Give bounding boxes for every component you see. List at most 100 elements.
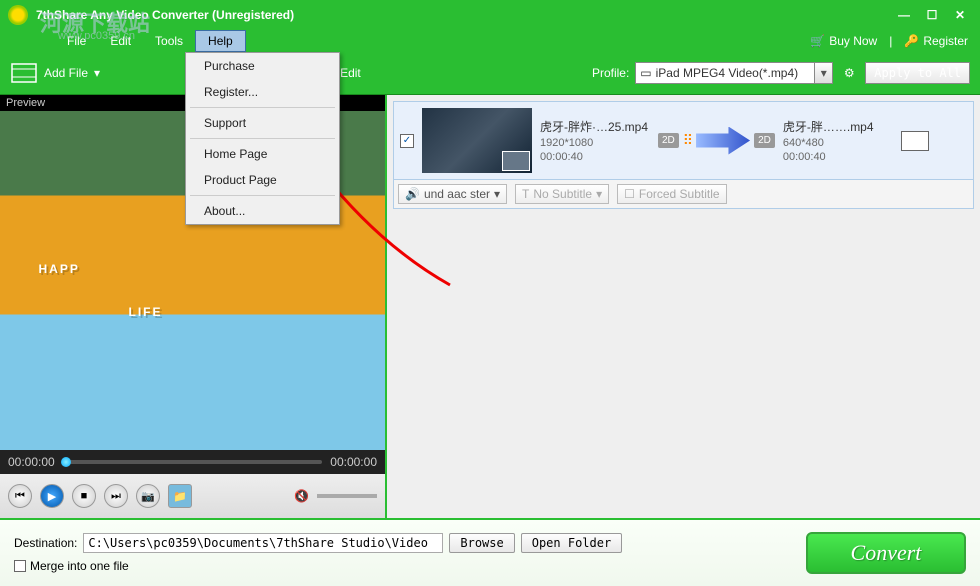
profile-value: iPad MPEG4 Video(*.mp4): [656, 66, 799, 80]
merge-label: Merge into one file: [30, 559, 129, 573]
folder-button[interactable]: 📁: [168, 484, 192, 508]
snapshot-button[interactable]: 📷: [136, 484, 160, 508]
help-register[interactable]: Register...: [186, 79, 339, 105]
audio-track-label: und aac ster: [424, 187, 490, 201]
profile-dropdown-button[interactable]: ▾: [815, 62, 833, 84]
apply-all-button[interactable]: Apply to All: [865, 62, 970, 84]
subtitle-button[interactable]: T No Subtitle ▾: [515, 184, 609, 204]
profile-label: Profile:: [592, 66, 629, 80]
file-item-options: 🔊 und aac ster ▾ T No Subtitle ▾ ☐ Force…: [393, 180, 974, 209]
profile-select[interactable]: ▭ iPad MPEG4 Video(*.mp4): [635, 62, 815, 84]
volume-slider[interactable]: [317, 494, 377, 498]
source-duration: 00:00:40: [540, 151, 650, 163]
destination-input[interactable]: [83, 533, 443, 553]
destination-label: Destination:: [14, 536, 77, 550]
app-icon: [8, 5, 28, 25]
dest-resolution: 640*480: [783, 137, 893, 149]
device-icon: ▭: [640, 66, 651, 80]
chevron-down-icon: ▾: [94, 66, 100, 80]
timeline-track[interactable]: [63, 460, 323, 464]
menu-tools[interactable]: Tools: [143, 30, 195, 52]
convert-button[interactable]: Convert: [806, 532, 966, 574]
cart-icon: 🛒: [810, 34, 825, 48]
forced-subtitle-toggle[interactable]: ☐ Forced Subtitle: [617, 184, 726, 204]
subtitle-label: No Subtitle: [533, 187, 592, 201]
timeline[interactable]: 00:00:00 00:00:00: [0, 450, 385, 474]
player-controls: ⏮ ▶ ■ ⏭ 📷 📁 🔇: [0, 474, 385, 518]
toolbar: Add File ▾ Edit Profile: ▭ iPad MPEG4 Vi…: [0, 52, 980, 94]
help-support[interactable]: Support: [186, 110, 339, 136]
menubar: File Edit Tools Help 🛒 Buy Now | 🔑 Regis…: [0, 30, 980, 52]
stop-button[interactable]: ■: [72, 484, 96, 508]
help-dropdown: Purchase Register... Support Home Page P…: [185, 52, 340, 225]
timeline-handle[interactable]: [61, 457, 71, 467]
key-icon: 🔑: [904, 34, 919, 48]
open-folder-button[interactable]: Open Folder: [521, 533, 622, 553]
item-thumbnail: [422, 108, 532, 173]
time-end: 00:00:00: [330, 455, 377, 469]
bottom-bar: Destination: Browse Open Folder Merge in…: [0, 518, 980, 586]
prev-button[interactable]: ⏮: [8, 484, 32, 508]
toolbar-right: Profile: ▭ iPad MPEG4 Video(*.mp4) ▾ ⚙ A…: [592, 62, 970, 84]
time-start: 00:00:00: [8, 455, 55, 469]
conversion-arrow: 2D ⠿ 2D: [658, 127, 775, 155]
file-item[interactable]: ✓ 虎牙-胖炸·…25.mp4 1920*1080 00:00:40 2D ⠿ …: [393, 101, 974, 180]
file-list-pane: ✓ 虎牙-胖炸·…25.mp4 1920*1080 00:00:40 2D ⠿ …: [385, 95, 980, 518]
buy-now-label: Buy Now: [829, 34, 877, 48]
register-label: Register: [923, 34, 968, 48]
source-filename: 虎牙-胖炸·…25.mp4: [540, 118, 650, 135]
titlebar: 7thShare Any Video Converter (Unregister…: [0, 0, 980, 30]
preview-overlay-text: HAPP LIFE: [39, 240, 163, 326]
output-device-icon[interactable]: [901, 131, 929, 151]
source-info: 虎牙-胖炸·…25.mp4 1920*1080 00:00:40: [540, 118, 650, 163]
maximize-button[interactable]: ☐: [920, 6, 944, 24]
menu-file[interactable]: File: [55, 30, 98, 52]
register-link[interactable]: 🔑 Register: [904, 34, 968, 48]
add-file-button[interactable]: Add File ▾: [10, 62, 100, 84]
menu-separator: [190, 107, 335, 108]
next-button[interactable]: ⏭: [104, 484, 128, 508]
dest-filename: 虎牙-胖…….mp4: [783, 118, 893, 135]
menu-separator: [190, 138, 335, 139]
source-resolution: 1920*1080: [540, 137, 650, 149]
arrow-icon: [696, 127, 750, 155]
help-home-page[interactable]: Home Page: [186, 141, 339, 167]
edit-label: Edit: [340, 66, 361, 80]
browse-button[interactable]: Browse: [449, 533, 514, 553]
buy-now-link[interactable]: 🛒 Buy Now: [810, 34, 877, 48]
dest-info: 虎牙-胖…….mp4 640*480 00:00:40: [783, 118, 893, 163]
item-thumbnail-mini: [502, 151, 530, 171]
add-file-label: Add File: [44, 66, 88, 80]
help-about[interactable]: About...: [186, 198, 339, 224]
film-icon: [10, 62, 38, 84]
badge-2d-dst: 2D: [754, 133, 775, 148]
menu-help[interactable]: Help: [195, 30, 246, 52]
help-product-page[interactable]: Product Page: [186, 167, 339, 193]
dots-icon: ⠿: [683, 132, 692, 149]
checkbox-icon: ☐: [624, 187, 635, 201]
badge-2d-src: 2D: [658, 133, 679, 148]
menu-separator: [190, 195, 335, 196]
help-purchase[interactable]: Purchase: [186, 53, 339, 79]
audio-track-button[interactable]: 🔊 und aac ster ▾: [398, 184, 507, 204]
mute-icon[interactable]: 🔇: [294, 489, 309, 503]
chevron-down-icon: ▾: [494, 187, 500, 201]
preview-overlay2: LIFE: [129, 305, 163, 319]
preview-overlay1: HAPP: [39, 262, 80, 276]
minimize-button[interactable]: —: [892, 6, 916, 24]
speaker-icon: 🔊: [405, 187, 420, 201]
close-button[interactable]: ✕: [948, 6, 972, 24]
text-icon: T: [522, 187, 529, 201]
settings-icon[interactable]: ⚙: [839, 63, 859, 83]
menu-edit[interactable]: Edit: [98, 30, 143, 52]
chevron-down-icon: ▾: [596, 187, 602, 201]
window-buttons: — ☐ ✕: [892, 6, 972, 24]
main-area: Preview HAPP LIFE 00:00:00 00:00:00 ⏮ ▶ …: [0, 94, 980, 518]
window-title: 7thShare Any Video Converter (Unregister…: [36, 8, 892, 22]
separator: |: [889, 34, 892, 48]
play-button[interactable]: ▶: [40, 484, 64, 508]
item-checkbox[interactable]: ✓: [400, 134, 414, 148]
forced-subtitle-label: Forced Subtitle: [639, 187, 720, 201]
merge-checkbox[interactable]: [14, 560, 26, 572]
header-links: 🛒 Buy Now | 🔑 Register: [810, 30, 968, 52]
